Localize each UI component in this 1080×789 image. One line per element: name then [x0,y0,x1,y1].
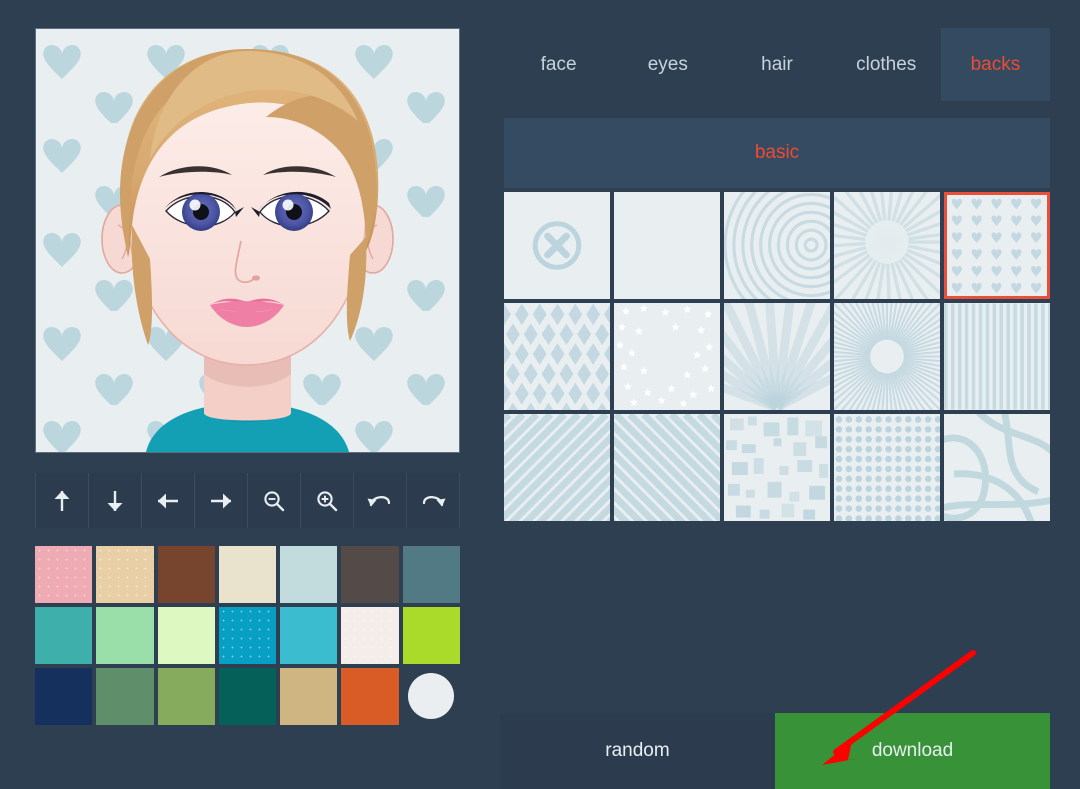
concentric-rings-swatch-graphic [724,192,830,299]
background-subtabs: basic [504,118,1050,188]
pattern-sunburst-soft[interactable] [834,192,940,299]
color-navy[interactable] [35,668,92,725]
pattern-hearts[interactable] [944,192,1050,299]
color-pink[interactable] [35,546,92,603]
redo-button[interactable] [407,473,460,528]
arrow-down-icon [104,489,126,513]
tab-backs[interactable]: backs [941,28,1050,101]
color-khaki[interactable] [280,668,337,725]
color-cyan[interactable] [280,607,337,664]
pattern-diagonal-left[interactable] [504,414,610,521]
diagonal-left-swatch-graphic [504,414,610,521]
move-up-button[interactable] [35,473,89,528]
category-tabs: face eyes hair clothes backs [504,28,1050,101]
action-buttons: random download [500,713,1050,789]
magnifier-minus-icon [262,489,286,513]
color-tan[interactable] [96,546,153,603]
pattern-concentric[interactable] [724,192,830,299]
tab-label: eyes [648,54,688,76]
pattern-diamonds[interactable] [504,303,610,410]
pattern-curves[interactable] [944,414,1050,521]
squares-swatch-graphic [724,414,830,521]
color-dark-gray[interactable] [341,546,398,603]
color-palette [35,546,460,725]
diamonds-swatch-graphic [504,303,610,410]
tab-face[interactable]: face [504,28,613,101]
magnifier-plus-icon [315,489,339,513]
zoom-in-button[interactable] [301,473,354,528]
diagonal-right-swatch-graphic [614,414,720,521]
arrow-up-icon [51,489,73,513]
color-cerulean[interactable] [219,607,276,664]
tab-label: clothes [856,54,916,76]
subtab-label: basic [755,142,799,164]
pattern-vertical-stripes[interactable] [944,303,1050,410]
pattern-dots[interactable] [834,414,940,521]
arrow-right-icon [209,490,233,512]
tab-eyes[interactable]: eyes [613,28,722,101]
pattern-squares[interactable] [724,414,830,521]
download-button[interactable]: download [775,713,1050,789]
pattern-stars[interactable] [614,303,720,410]
zoom-out-button[interactable] [248,473,301,528]
color-teal[interactable] [35,607,92,664]
move-left-button[interactable] [142,473,195,528]
pattern-plain[interactable] [614,192,720,299]
pattern-radial-burst[interactable] [834,303,940,410]
right-panel: face eyes hair clothes backs basic [504,28,1050,521]
color-cream[interactable] [219,546,276,603]
tab-hair[interactable]: hair [722,28,831,101]
move-down-button[interactable] [89,473,142,528]
subtab-basic[interactable]: basic [504,118,1050,188]
color-pale-blue[interactable] [280,546,337,603]
curves-swatch-graphic [944,414,1050,521]
tab-label: backs [971,54,1021,76]
color-lime[interactable] [403,607,460,664]
none-x-circle-swatch-graphic [504,192,610,299]
plain-swatch-graphic [614,192,720,299]
move-right-button[interactable] [195,473,248,528]
undo-arrow-icon [367,490,393,512]
random-button[interactable]: random [500,713,775,789]
stars-swatch-graphic [614,303,720,410]
tab-label: face [541,54,577,76]
avatar-illustration [36,29,459,452]
sunburst-soft-swatch-graphic [834,192,940,299]
transform-toolbar [35,473,460,528]
color-light-lime[interactable] [158,607,215,664]
background-pattern-grid [504,192,1050,521]
avatar-preview-stage[interactable] [35,28,460,453]
tab-clothes[interactable]: clothes [832,28,941,101]
color-orange[interactable] [341,668,398,725]
color-sage-green[interactable] [96,668,153,725]
undo-button[interactable] [354,473,407,528]
color-off-white[interactable] [341,607,398,664]
color-brown[interactable] [158,546,215,603]
hearts-swatch-graphic [944,192,1050,299]
color-deep-teal[interactable] [219,668,276,725]
pattern-none[interactable] [504,192,610,299]
rays-wide-swatch-graphic [724,303,830,410]
radial-burst-swatch-graphic [834,303,940,410]
left-panel [35,28,460,725]
color-olive-green[interactable] [158,668,215,725]
redo-arrow-icon [420,490,446,512]
color-mint[interactable] [96,607,153,664]
color-slate-blue[interactable] [403,546,460,603]
color-white-selected[interactable] [408,673,454,719]
dots-swatch-graphic [834,414,940,521]
pattern-diagonal-right[interactable] [614,414,720,521]
avatar-maker-app: face eyes hair clothes backs basic random do… [0,0,1080,789]
tab-label: hair [761,54,793,76]
arrow-left-icon [156,490,180,512]
pattern-rays-wide[interactable] [724,303,830,410]
vertical-stripes-swatch-graphic [944,303,1050,410]
